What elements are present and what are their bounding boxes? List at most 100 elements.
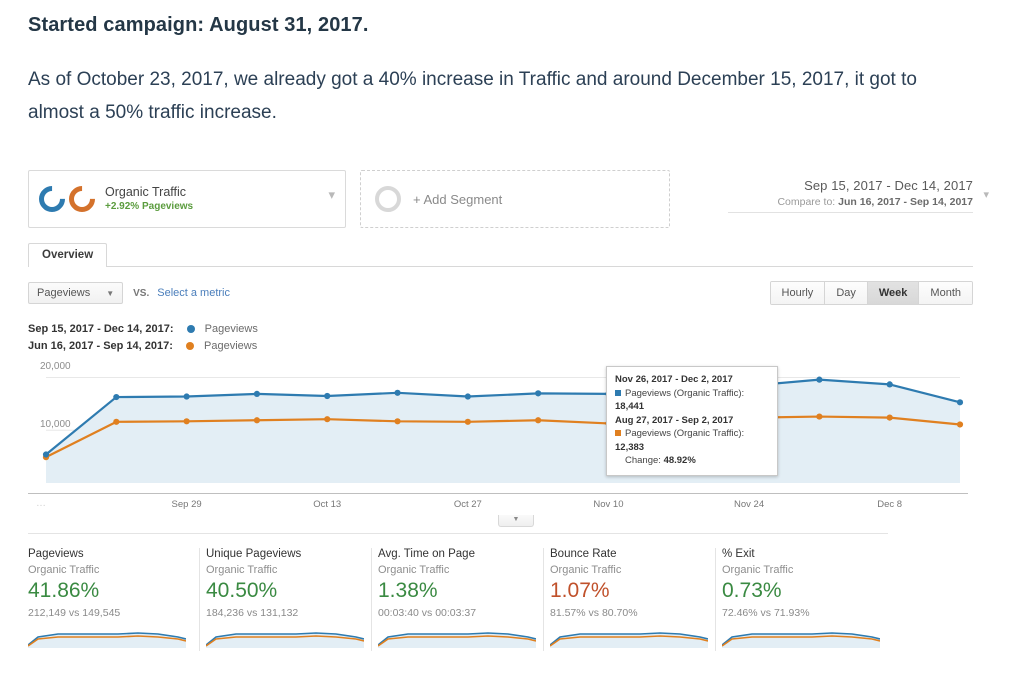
metric-card-comparison: 184,236 vs 131,132 — [206, 607, 299, 619]
metric-card-change: 1.38% — [378, 579, 438, 602]
legend-series-current: Pageviews — [204, 323, 258, 335]
metric-dropdown[interactable]: Pageviews ▼ — [28, 282, 124, 304]
metric-card[interactable]: Avg. Time on Page Organic Traffic 1.38% 00:… — [372, 548, 544, 651]
granularity-month[interactable]: Month — [919, 282, 972, 304]
date-chevron-down-icon[interactable]: ▾ — [983, 188, 989, 201]
vs-label: VS. — [133, 287, 150, 299]
metric-card-title: % Exit — [722, 548, 755, 560]
tooltip-period2-metric: Pageviews (Organic Traffic): — [625, 428, 745, 439]
tooltip-period2-row: Pageviews (Organic Traffic): 12,383 — [615, 427, 768, 454]
metric-card-sparkline — [27, 626, 189, 651]
select-a-metric-link[interactable]: Select a metric — [157, 287, 230, 299]
metric-card-comparison: 72.46% vs 71.93% — [722, 607, 810, 619]
tooltip-change-row: Change: 48.92% — [615, 454, 768, 468]
metric-card-title: Avg. Time on Page — [378, 548, 475, 560]
metric-card-segment: Organic Traffic — [206, 564, 278, 576]
legend-range-previous: Jun 16, 2017 - Sep 14, 2017: — [28, 340, 173, 352]
segment-name: Organic Traffic — [105, 184, 187, 199]
article-block: Started campaign: August 31, 2017. As of… — [0, 0, 1024, 129]
add-segment-button[interactable]: + Add Segment — [360, 170, 670, 228]
tooltip-period2-value: 12,383 — [615, 441, 645, 453]
metric-card-title: Unique Pageviews — [206, 548, 302, 560]
metric-card-comparison: 212,149 vs 149,545 — [28, 607, 121, 619]
chevron-down-icon[interactable]: ▾ — [328, 187, 335, 203]
legend-dot-current-icon — [186, 325, 195, 333]
tooltip-period1-range: Nov 26, 2017 - Dec 2, 2017 — [615, 374, 733, 385]
metric-card-title: Pageviews — [28, 548, 84, 560]
legend-range-current: Sep 15, 2017 - Dec 14, 2017: — [28, 323, 174, 335]
tooltip-change-label: Change: — [625, 455, 661, 466]
tooltip-swatch-previous-icon — [615, 430, 621, 436]
x-axis-tick: Nov 10 — [593, 499, 624, 510]
chart-canvas — [42, 376, 964, 483]
add-segment-label: + Add Segment — [413, 191, 503, 207]
metric-card-title: Bounce Rate — [550, 548, 617, 560]
metric-card-segment: Organic Traffic — [722, 564, 794, 576]
date-range-compare: Compare to: Jun 16, 2017 - Sep 14, 2017 — [723, 196, 973, 208]
tab-overview[interactable]: Overview — [28, 243, 108, 267]
analytics-panel: Organic Traffic +2.92% Pageviews ▾ + Add… — [27, 170, 989, 651]
metric-card-sparkline — [721, 626, 881, 651]
segment-organic-traffic[interactable]: Organic Traffic +2.92% Pageviews ▾ — [28, 170, 346, 228]
donut-previous-icon — [63, 180, 101, 218]
metric-cards: Pageviews Organic Traffic 41.86% 212,149 vs… — [27, 533, 888, 651]
chart-expand-button[interactable]: ▼ — [498, 515, 534, 527]
chart-legend: Sep 15, 2017 - Dec 14, 2017: Pageviews J… — [28, 321, 973, 355]
article-paragraph: As of October 23, 2017, we already got a… — [28, 69, 917, 123]
metric-card-segment: Organic Traffic — [550, 564, 622, 576]
y-axis-label-20000: 20,000 — [40, 361, 71, 372]
metric-card[interactable]: Unique Pageviews Organic Traffic 40.50% 184… — [200, 548, 372, 651]
x-axis-tick: Nov 24 — [734, 499, 765, 510]
chevron-down-icon: ▼ — [106, 288, 115, 298]
metric-card-change: 41.86% — [28, 579, 100, 602]
metric-card-segment: Organic Traffic — [378, 564, 450, 576]
granularity-hourly[interactable]: Hourly — [770, 282, 826, 304]
tooltip-period1-row: Pageviews (Organic Traffic): 18,441 — [615, 387, 768, 414]
y-axis-label-10000: 10,000 — [40, 419, 71, 430]
x-axis-tick: Dec 8 — [877, 499, 903, 510]
legend-item-previous: Jun 16, 2017 - Sep 14, 2017: Pageviews — [28, 338, 973, 355]
granularity-week[interactable]: Week — [867, 282, 920, 304]
legend-item-current: Sep 15, 2017 - Dec 14, 2017: Pageviews — [28, 321, 973, 338]
date-range-picker[interactable]: Sep 15, 2017 - Dec 14, 2017 Compare to: … — [723, 170, 989, 213]
page-title: Started campaign: August 31, 2017. — [28, 14, 369, 36]
metric-card-comparison: 00:03:40 vs 00:03:37 — [378, 607, 477, 619]
tooltip-period1-value: 18,441 — [615, 401, 645, 412]
segment-delta: +2.92% Pageviews — [105, 200, 194, 212]
tab-bar: Overview — [28, 242, 973, 267]
metric-card-change: 40.50% — [206, 579, 278, 602]
tab-divider — [28, 266, 973, 267]
segment-donut-icons — [33, 180, 101, 218]
metric-card-segment: Organic Traffic — [28, 564, 100, 576]
donut-current-icon — [33, 180, 71, 218]
x-axis-tick: Oct 13 — [313, 499, 342, 510]
timeseries-chart[interactable]: 20,000 10,000 Nov 26, 2017 - Dec 2, 2017… — [28, 361, 968, 493]
granularity-toggle: Hourly Day Week Month — [769, 281, 973, 305]
segment-bar: Organic Traffic +2.92% Pageviews ▾ + Add… — [28, 170, 989, 228]
metric-dropdown-value: Pageviews — [37, 287, 91, 299]
tooltip-period1-metric: Pageviews (Organic Traffic): — [625, 387, 745, 399]
date-underline — [728, 212, 973, 213]
compare-prefix: Compare to: — [777, 196, 836, 208]
metric-card-comparison: 81.57% vs 80.70% — [550, 607, 638, 619]
metric-card-change: 0.73% — [722, 579, 782, 602]
legend-dot-previous-icon — [185, 342, 194, 350]
metric-card-sparkline — [205, 626, 365, 651]
compare-range: Jun 16, 2017 - Sep 14, 2017 — [838, 196, 973, 208]
metric-card-change: 1.07% — [550, 579, 610, 602]
metric-card[interactable]: Bounce Rate Organic Traffic 1.07% 81.57% vs… — [544, 548, 716, 651]
x-axis-tick: Oct 27 — [453, 499, 482, 510]
granularity-day[interactable]: Day — [825, 282, 868, 304]
tooltip-swatch-current-icon — [615, 389, 621, 396]
metric-card-sparkline — [377, 626, 537, 651]
chart-tooltip: Nov 26, 2017 - Dec 2, 2017 Pageviews (Or… — [606, 366, 778, 476]
metric-card[interactable]: % Exit Organic Traffic 0.73% 72.46% vs 71.9… — [716, 548, 888, 651]
axis-ellipsis: … — [36, 498, 47, 509]
x-axis: … ▼ Sep 29 Oct 13 Oct 27 Nov 10 Nov 24 Dec 8 — [28, 493, 968, 527]
metric-card[interactable]: Pageviews Organic Traffic 41.86% 212,149 vs… — [27, 548, 200, 651]
date-range-primary: Sep 15, 2017 - Dec 14, 2017 — [804, 178, 973, 193]
tooltip-period2-range: Aug 27, 2017 - Sep 2, 2017 — [615, 414, 734, 426]
metric-card-sparkline — [549, 626, 709, 651]
x-axis-tick: Sep 29 — [171, 499, 202, 510]
legend-series-previous: Pageviews — [204, 340, 258, 352]
